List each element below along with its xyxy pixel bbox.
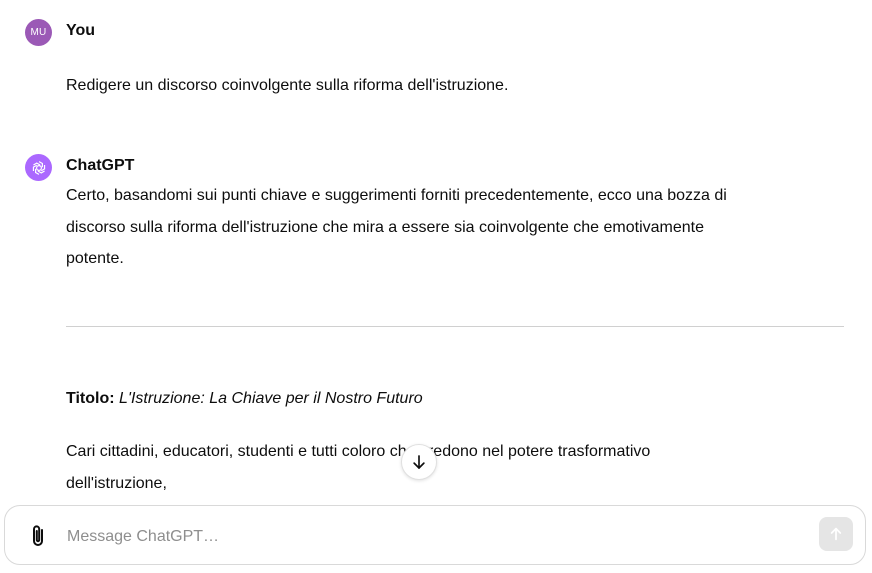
message-input[interactable] [65, 516, 809, 558]
scroll-to-bottom-button[interactable] [401, 444, 437, 480]
assistant-intro: Certo, basandomi sui punti chiave e sugg… [66, 180, 727, 275]
speech-body-line: dell'istruzione, [66, 474, 167, 492]
attach-button[interactable] [25, 522, 51, 550]
paperclip-icon [33, 525, 43, 546]
user-author-name: You [66, 22, 96, 39]
message-composer [4, 505, 866, 565]
horizontal-divider [66, 326, 844, 327]
arrow-down-icon [413, 455, 425, 469]
assistant-author-name: ChatGPT [66, 157, 135, 174]
speech-body-line: Cari cittadini, educatori, studenti e tu… [66, 443, 651, 460]
speech-title: Titolo: L'Istruzione: La Chiave per il N… [66, 383, 423, 415]
speech-title-label: Titolo: [66, 390, 115, 407]
user-message-text: Redigere un discorso coinvolgente sulla … [66, 77, 509, 94]
user-avatar-initials: MU [30, 27, 47, 38]
user-avatar: MU [25, 19, 52, 46]
arrow-up-icon [830, 527, 842, 541]
assistant-intro-line: Certo, basandomi sui punti chiave e sugg… [66, 187, 727, 204]
assistant-intro-line: potente. [66, 250, 124, 267]
assistant-avatar [25, 154, 52, 181]
speech-body: Cari cittadini, educatori, studenti e tu… [66, 436, 650, 499]
speech-title-text: L'Istruzione: La Chiave per il Nostro Fu… [119, 390, 423, 407]
assistant-intro-line: discorso sulla riforma dell'istruzione c… [66, 218, 705, 236]
openai-logo-icon [32, 160, 45, 175]
send-button[interactable] [819, 517, 853, 551]
